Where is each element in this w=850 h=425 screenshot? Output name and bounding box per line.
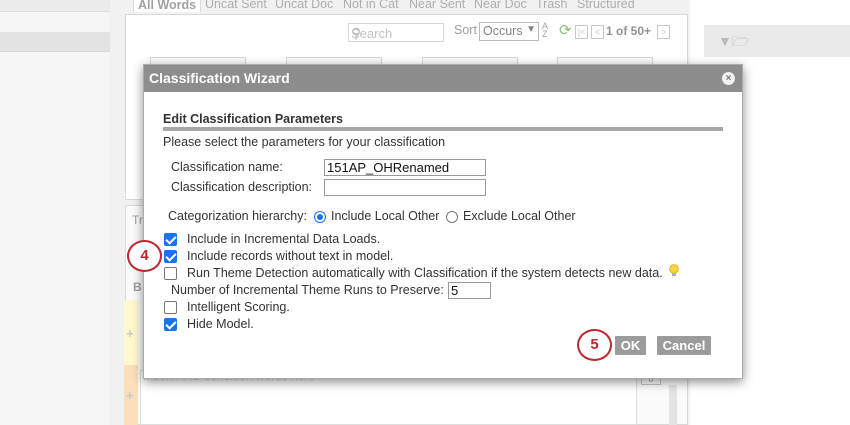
exclude-local-other-label[interactable]: Exclude Local Other — [463, 209, 576, 223]
instructions-text: Please select the parameters for your cl… — [163, 135, 446, 149]
intelligent-scoring-label[interactable]: Intelligent Scoring. — [187, 300, 290, 314]
hierarchy-label: Categorization hierarchy: — [168, 209, 307, 223]
incremental-loads-label[interactable]: Include in Incremental Data Loads. — [187, 232, 380, 246]
include-local-other-label[interactable]: Include Local Other — [331, 209, 439, 223]
ok-button[interactable]: OK — [615, 336, 646, 355]
step-4-callout: 4 — [127, 240, 162, 272]
classification-description-label: Classification description: — [171, 180, 313, 194]
classification-description-input[interactable] — [324, 179, 486, 196]
hide-model-checkbox[interactable] — [164, 318, 177, 331]
exclude-local-other-radio[interactable] — [446, 211, 458, 223]
theme-detection-label[interactable]: Run Theme Detection automatically with C… — [187, 266, 663, 280]
include-local-other-radio[interactable] — [314, 211, 326, 223]
records-without-text-checkbox[interactable] — [164, 250, 177, 263]
section-title: Edit Classification Parameters — [163, 112, 343, 126]
cancel-button[interactable]: Cancel — [657, 336, 711, 355]
intelligent-scoring-checkbox[interactable] — [164, 301, 177, 314]
theme-runs-input[interactable]: 5 — [448, 282, 491, 299]
classification-name-input[interactable]: 151AP_OHRenamed — [324, 159, 486, 176]
hide-model-label[interactable]: Hide Model. — [187, 317, 254, 331]
section-divider — [163, 127, 723, 131]
incremental-loads-checkbox[interactable] — [164, 233, 177, 246]
dialog-title: Classification Wizard — [149, 70, 290, 86]
theme-runs-label: Number of Incremental Theme Runs to Pres… — [171, 283, 444, 297]
records-without-text-label[interactable]: Include records without text in model. — [187, 249, 393, 263]
dialog-title-bar: Classification Wizard × — [144, 65, 742, 92]
classification-wizard-dialog: Classification Wizard × Edit Classificat… — [143, 64, 743, 379]
close-icon[interactable]: × — [722, 72, 735, 85]
step-5-callout: 5 — [577, 329, 612, 361]
classification-name-label: Classification name: — [171, 160, 283, 174]
theme-detection-checkbox[interactable] — [164, 267, 177, 280]
lightbulb-icon[interactable] — [669, 264, 679, 278]
